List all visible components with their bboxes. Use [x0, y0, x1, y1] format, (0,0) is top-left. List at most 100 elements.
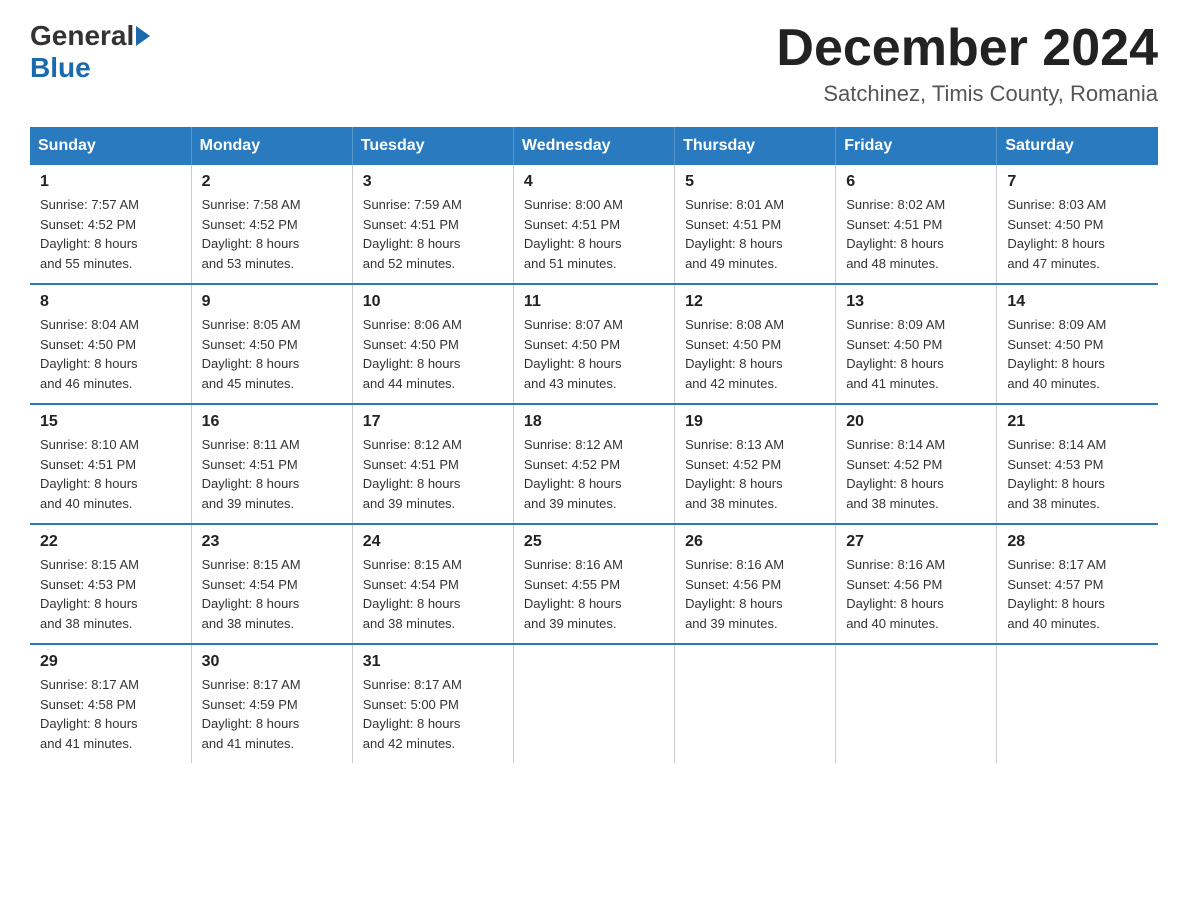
calendar-week-row: 1Sunrise: 7:57 AMSunset: 4:52 PMDaylight…: [30, 165, 1158, 284]
table-row: 13 Sunrise: 8:09 AMSunset: 4:50 PMDayligh…: [836, 284, 997, 404]
day-number: 19: [685, 413, 825, 431]
table-row: 22 Sunrise: 8:15 AMSunset: 4:53 PMDayligh…: [30, 524, 191, 644]
header-thursday: Thursday: [675, 127, 836, 165]
day-detail: Sunrise: 8:00 AMSunset: 4:51 PMDaylight:…: [524, 195, 664, 273]
table-row: 20Sunrise: 8:14 AMSunset: 4:52 PMDayligh…: [836, 404, 997, 524]
calendar-table: Sunday Monday Tuesday Wednesday Thursday…: [30, 127, 1158, 763]
table-row: 21 Sunrise: 8:14 AMSunset: 4:53 PMDayligh…: [997, 404, 1158, 524]
day-detail: Sunrise: 8:15 AMSunset: 4:53 PMDaylight:…: [40, 555, 181, 633]
day-detail: Sunrise: 7:58 AMSunset: 4:52 PMDaylight:…: [202, 195, 342, 273]
table-row: 15Sunrise: 8:10 AMSunset: 4:51 PMDayligh…: [30, 404, 191, 524]
day-number: 31: [363, 653, 503, 671]
day-number: 27: [846, 533, 986, 551]
day-number: 23: [202, 533, 342, 551]
logo: General Blue: [30, 20, 152, 84]
day-detail: Sunrise: 8:16 AMSunset: 4:55 PMDaylight:…: [524, 555, 664, 633]
day-detail: Sunrise: 8:17 AMSunset: 4:58 PMDaylight:…: [40, 675, 181, 753]
day-detail: Sunrise: 8:16 AMSunset: 4:56 PMDaylight:…: [846, 555, 986, 633]
table-row: 2 Sunrise: 7:58 AMSunset: 4:52 PMDaylight…: [191, 165, 352, 284]
table-row: 28 Sunrise: 8:17 AMSunset: 4:57 PMDayligh…: [997, 524, 1158, 644]
table-row: 29Sunrise: 8:17 AMSunset: 4:58 PMDayligh…: [30, 644, 191, 763]
table-row: 5 Sunrise: 8:01 AMSunset: 4:51 PMDaylight…: [675, 165, 836, 284]
day-number: 11: [524, 293, 664, 311]
day-detail: Sunrise: 8:14 AMSunset: 4:52 PMDaylight:…: [846, 435, 986, 513]
day-number: 13: [846, 293, 986, 311]
table-row: 23 Sunrise: 8:15 AMSunset: 4:54 PMDayligh…: [191, 524, 352, 644]
table-row: 30 Sunrise: 8:17 AMSunset: 4:59 PMDayligh…: [191, 644, 352, 763]
table-row: 10Sunrise: 8:06 AMSunset: 4:50 PMDayligh…: [352, 284, 513, 404]
calendar-week-row: 15Sunrise: 8:10 AMSunset: 4:51 PMDayligh…: [30, 404, 1158, 524]
header-sunday: Sunday: [30, 127, 191, 165]
day-detail: Sunrise: 8:15 AMSunset: 4:54 PMDaylight:…: [363, 555, 503, 633]
title-section: December 2024 Satchinez, Timis County, R…: [776, 20, 1158, 107]
table-row: 18Sunrise: 8:12 AMSunset: 4:52 PMDayligh…: [513, 404, 674, 524]
day-detail: Sunrise: 8:09 AMSunset: 4:50 PMDaylight:…: [1007, 315, 1148, 393]
day-number: 9: [202, 293, 342, 311]
table-row: [997, 644, 1158, 763]
table-row: 8Sunrise: 8:04 AMSunset: 4:50 PMDaylight…: [30, 284, 191, 404]
header-monday: Monday: [191, 127, 352, 165]
day-number: 12: [685, 293, 825, 311]
day-number: 5: [685, 173, 825, 191]
day-number: 4: [524, 173, 664, 191]
table-row: 27 Sunrise: 8:16 AMSunset: 4:56 PMDayligh…: [836, 524, 997, 644]
day-detail: Sunrise: 8:12 AMSunset: 4:52 PMDaylight:…: [524, 435, 664, 513]
table-row: [675, 644, 836, 763]
header-saturday: Saturday: [997, 127, 1158, 165]
day-number: 21: [1007, 413, 1148, 431]
day-number: 17: [363, 413, 503, 431]
day-number: 30: [202, 653, 342, 671]
calendar-header-row: Sunday Monday Tuesday Wednesday Thursday…: [30, 127, 1158, 165]
table-row: 25 Sunrise: 8:16 AMSunset: 4:55 PMDayligh…: [513, 524, 674, 644]
table-row: 7 Sunrise: 8:03 AMSunset: 4:50 PMDaylight…: [997, 165, 1158, 284]
location-subtitle: Satchinez, Timis County, Romania: [776, 81, 1158, 107]
day-detail: Sunrise: 8:17 AMSunset: 4:59 PMDaylight:…: [202, 675, 342, 753]
day-detail: Sunrise: 8:10 AMSunset: 4:51 PMDaylight:…: [40, 435, 181, 513]
day-detail: Sunrise: 8:09 AMSunset: 4:50 PMDaylight:…: [846, 315, 986, 393]
table-row: 19 Sunrise: 8:13 AMSunset: 4:52 PMDayligh…: [675, 404, 836, 524]
day-detail: Sunrise: 7:57 AMSunset: 4:52 PMDaylight:…: [40, 195, 181, 273]
calendar-week-row: 8Sunrise: 8:04 AMSunset: 4:50 PMDaylight…: [30, 284, 1158, 404]
day-number: 6: [846, 173, 986, 191]
day-detail: Sunrise: 8:13 AMSunset: 4:52 PMDaylight:…: [685, 435, 825, 513]
day-number: 22: [40, 533, 181, 551]
table-row: 14 Sunrise: 8:09 AMSunset: 4:50 PMDayligh…: [997, 284, 1158, 404]
page-header: General Blue December 2024 Satchinez, Ti…: [30, 20, 1158, 107]
day-number: 14: [1007, 293, 1148, 311]
table-row: 9 Sunrise: 8:05 AMSunset: 4:50 PMDaylight…: [191, 284, 352, 404]
day-number: 28: [1007, 533, 1148, 551]
logo-arrow-icon: [136, 26, 150, 46]
table-row: 12 Sunrise: 8:08 AMSunset: 4:50 PMDayligh…: [675, 284, 836, 404]
table-row: 3Sunrise: 7:59 AMSunset: 4:51 PMDaylight…: [352, 165, 513, 284]
day-number: 2: [202, 173, 342, 191]
day-detail: Sunrise: 8:08 AMSunset: 4:50 PMDaylight:…: [685, 315, 825, 393]
day-number: 25: [524, 533, 664, 551]
table-row: 1Sunrise: 7:57 AMSunset: 4:52 PMDaylight…: [30, 165, 191, 284]
day-detail: Sunrise: 8:01 AMSunset: 4:51 PMDaylight:…: [685, 195, 825, 273]
header-friday: Friday: [836, 127, 997, 165]
month-year-title: December 2024: [776, 20, 1158, 77]
day-number: 24: [363, 533, 503, 551]
table-row: 6Sunrise: 8:02 AMSunset: 4:51 PMDaylight…: [836, 165, 997, 284]
day-detail: Sunrise: 8:15 AMSunset: 4:54 PMDaylight:…: [202, 555, 342, 633]
table-row: [836, 644, 997, 763]
day-detail: Sunrise: 8:03 AMSunset: 4:50 PMDaylight:…: [1007, 195, 1148, 273]
day-detail: Sunrise: 8:17 AMSunset: 4:57 PMDaylight:…: [1007, 555, 1148, 633]
table-row: 17 Sunrise: 8:12 AMSunset: 4:51 PMDayligh…: [352, 404, 513, 524]
day-number: 7: [1007, 173, 1148, 191]
day-number: 26: [685, 533, 825, 551]
day-detail: Sunrise: 8:05 AMSunset: 4:50 PMDaylight:…: [202, 315, 342, 393]
day-detail: Sunrise: 8:16 AMSunset: 4:56 PMDaylight:…: [685, 555, 825, 633]
day-number: 16: [202, 413, 342, 431]
header-wednesday: Wednesday: [513, 127, 674, 165]
day-detail: Sunrise: 8:14 AMSunset: 4:53 PMDaylight:…: [1007, 435, 1148, 513]
header-tuesday: Tuesday: [352, 127, 513, 165]
logo-blue-text: Blue: [30, 52, 91, 83]
day-detail: Sunrise: 8:06 AMSunset: 4:50 PMDaylight:…: [363, 315, 503, 393]
day-detail: Sunrise: 8:12 AMSunset: 4:51 PMDaylight:…: [363, 435, 503, 513]
table-row: 24 Sunrise: 8:15 AMSunset: 4:54 PMDayligh…: [352, 524, 513, 644]
logo-general-text: General: [30, 20, 134, 52]
calendar-week-row: 22 Sunrise: 8:15 AMSunset: 4:53 PMDayligh…: [30, 524, 1158, 644]
day-detail: Sunrise: 7:59 AMSunset: 4:51 PMDaylight:…: [363, 195, 503, 273]
day-detail: Sunrise: 8:11 AMSunset: 4:51 PMDaylight:…: [202, 435, 342, 513]
